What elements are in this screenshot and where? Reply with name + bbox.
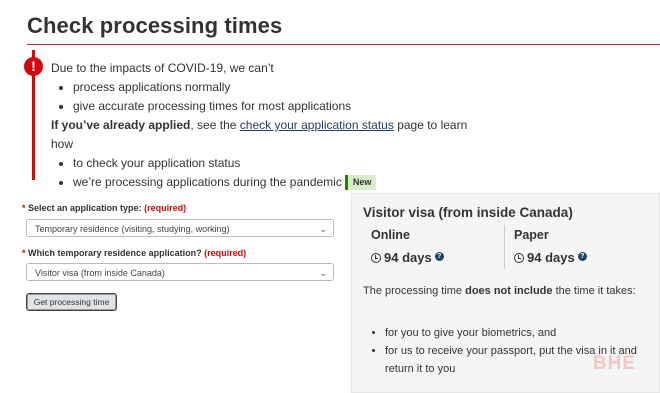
note-bold: does not include xyxy=(465,285,553,297)
page-title: Check processing times xyxy=(27,13,283,38)
clock-icon xyxy=(371,253,381,263)
column-head-online: Online xyxy=(371,228,410,242)
list-item: for you to give your biometrics, and xyxy=(385,324,660,342)
new-badge: New xyxy=(344,175,377,191)
note-text: The processing time xyxy=(363,285,466,297)
required-text: (required) xyxy=(144,203,187,213)
question-circle-icon[interactable]: ? xyxy=(577,252,587,261)
alert-exclamation-icon: ! xyxy=(24,57,43,76)
question-circle-icon[interactable]: ? xyxy=(434,252,444,261)
watermark-logo: BHE xyxy=(592,353,636,374)
column-head-paper: Paper xyxy=(514,228,549,242)
list-item: to check your application status xyxy=(73,154,471,173)
alert-intro: Due to the impacts of COVID-19, we can’t xyxy=(51,61,274,75)
list-item: we’re processing applications during the… xyxy=(73,173,471,192)
time-value: 94 days xyxy=(527,250,575,265)
list-item-text: we’re processing applications during the… xyxy=(73,175,342,189)
application-type-label: * Select an application type: (required) xyxy=(22,203,186,213)
time-value: 94 days xyxy=(384,250,432,265)
note-text-end: the time it takes: xyxy=(552,285,636,297)
alert-list-1: process applications normally give accur… xyxy=(51,78,471,116)
applied-bold-text: If you’ve already applied xyxy=(51,118,191,132)
residence-application-select[interactable]: Visitor visa (from inside Canada) ⌄ xyxy=(26,263,334,281)
chevron-down-icon: ⌄ xyxy=(319,224,327,234)
chevron-down-icon: ⌄ xyxy=(319,268,327,278)
list-item: give accurate processing times for most … xyxy=(73,97,471,116)
select-value: Temporary residence (visiting, studying,… xyxy=(35,224,230,234)
clock-icon xyxy=(514,253,524,263)
required-star: * xyxy=(22,203,26,213)
application-type-select[interactable]: Temporary residence (visiting, studying,… xyxy=(26,219,334,237)
applied-text: , see the xyxy=(190,118,240,132)
alert-applied-line: If you’ve already applied, see the check… xyxy=(51,116,471,154)
residence-application-label: * Which temporary residence application?… xyxy=(22,248,246,258)
label-text: Select an application type: xyxy=(28,203,142,213)
paper-processing-time: 94 days? xyxy=(514,250,587,265)
check-status-link[interactable]: check your application status xyxy=(240,118,394,132)
list-item: process applications normally xyxy=(73,78,471,97)
title-divider xyxy=(27,44,660,45)
online-processing-time: 94 days? xyxy=(371,250,444,265)
alert-list-2: to check your application status we’re p… xyxy=(51,154,471,192)
processing-time-note: The processing time does not include the… xyxy=(363,282,643,300)
get-processing-time-button[interactable]: Get processing time xyxy=(26,293,117,311)
select-value: Visitor visa (from inside Canada) xyxy=(35,268,165,278)
label-text: Which temporary residence application? xyxy=(28,248,202,258)
required-star: * xyxy=(22,248,26,258)
required-text: (required) xyxy=(204,248,247,258)
column-divider xyxy=(504,225,505,269)
covid-alert: Due to the impacts of COVID-19, we can’t… xyxy=(51,59,471,192)
result-title: Visitor visa (from inside Canada) xyxy=(363,205,573,220)
